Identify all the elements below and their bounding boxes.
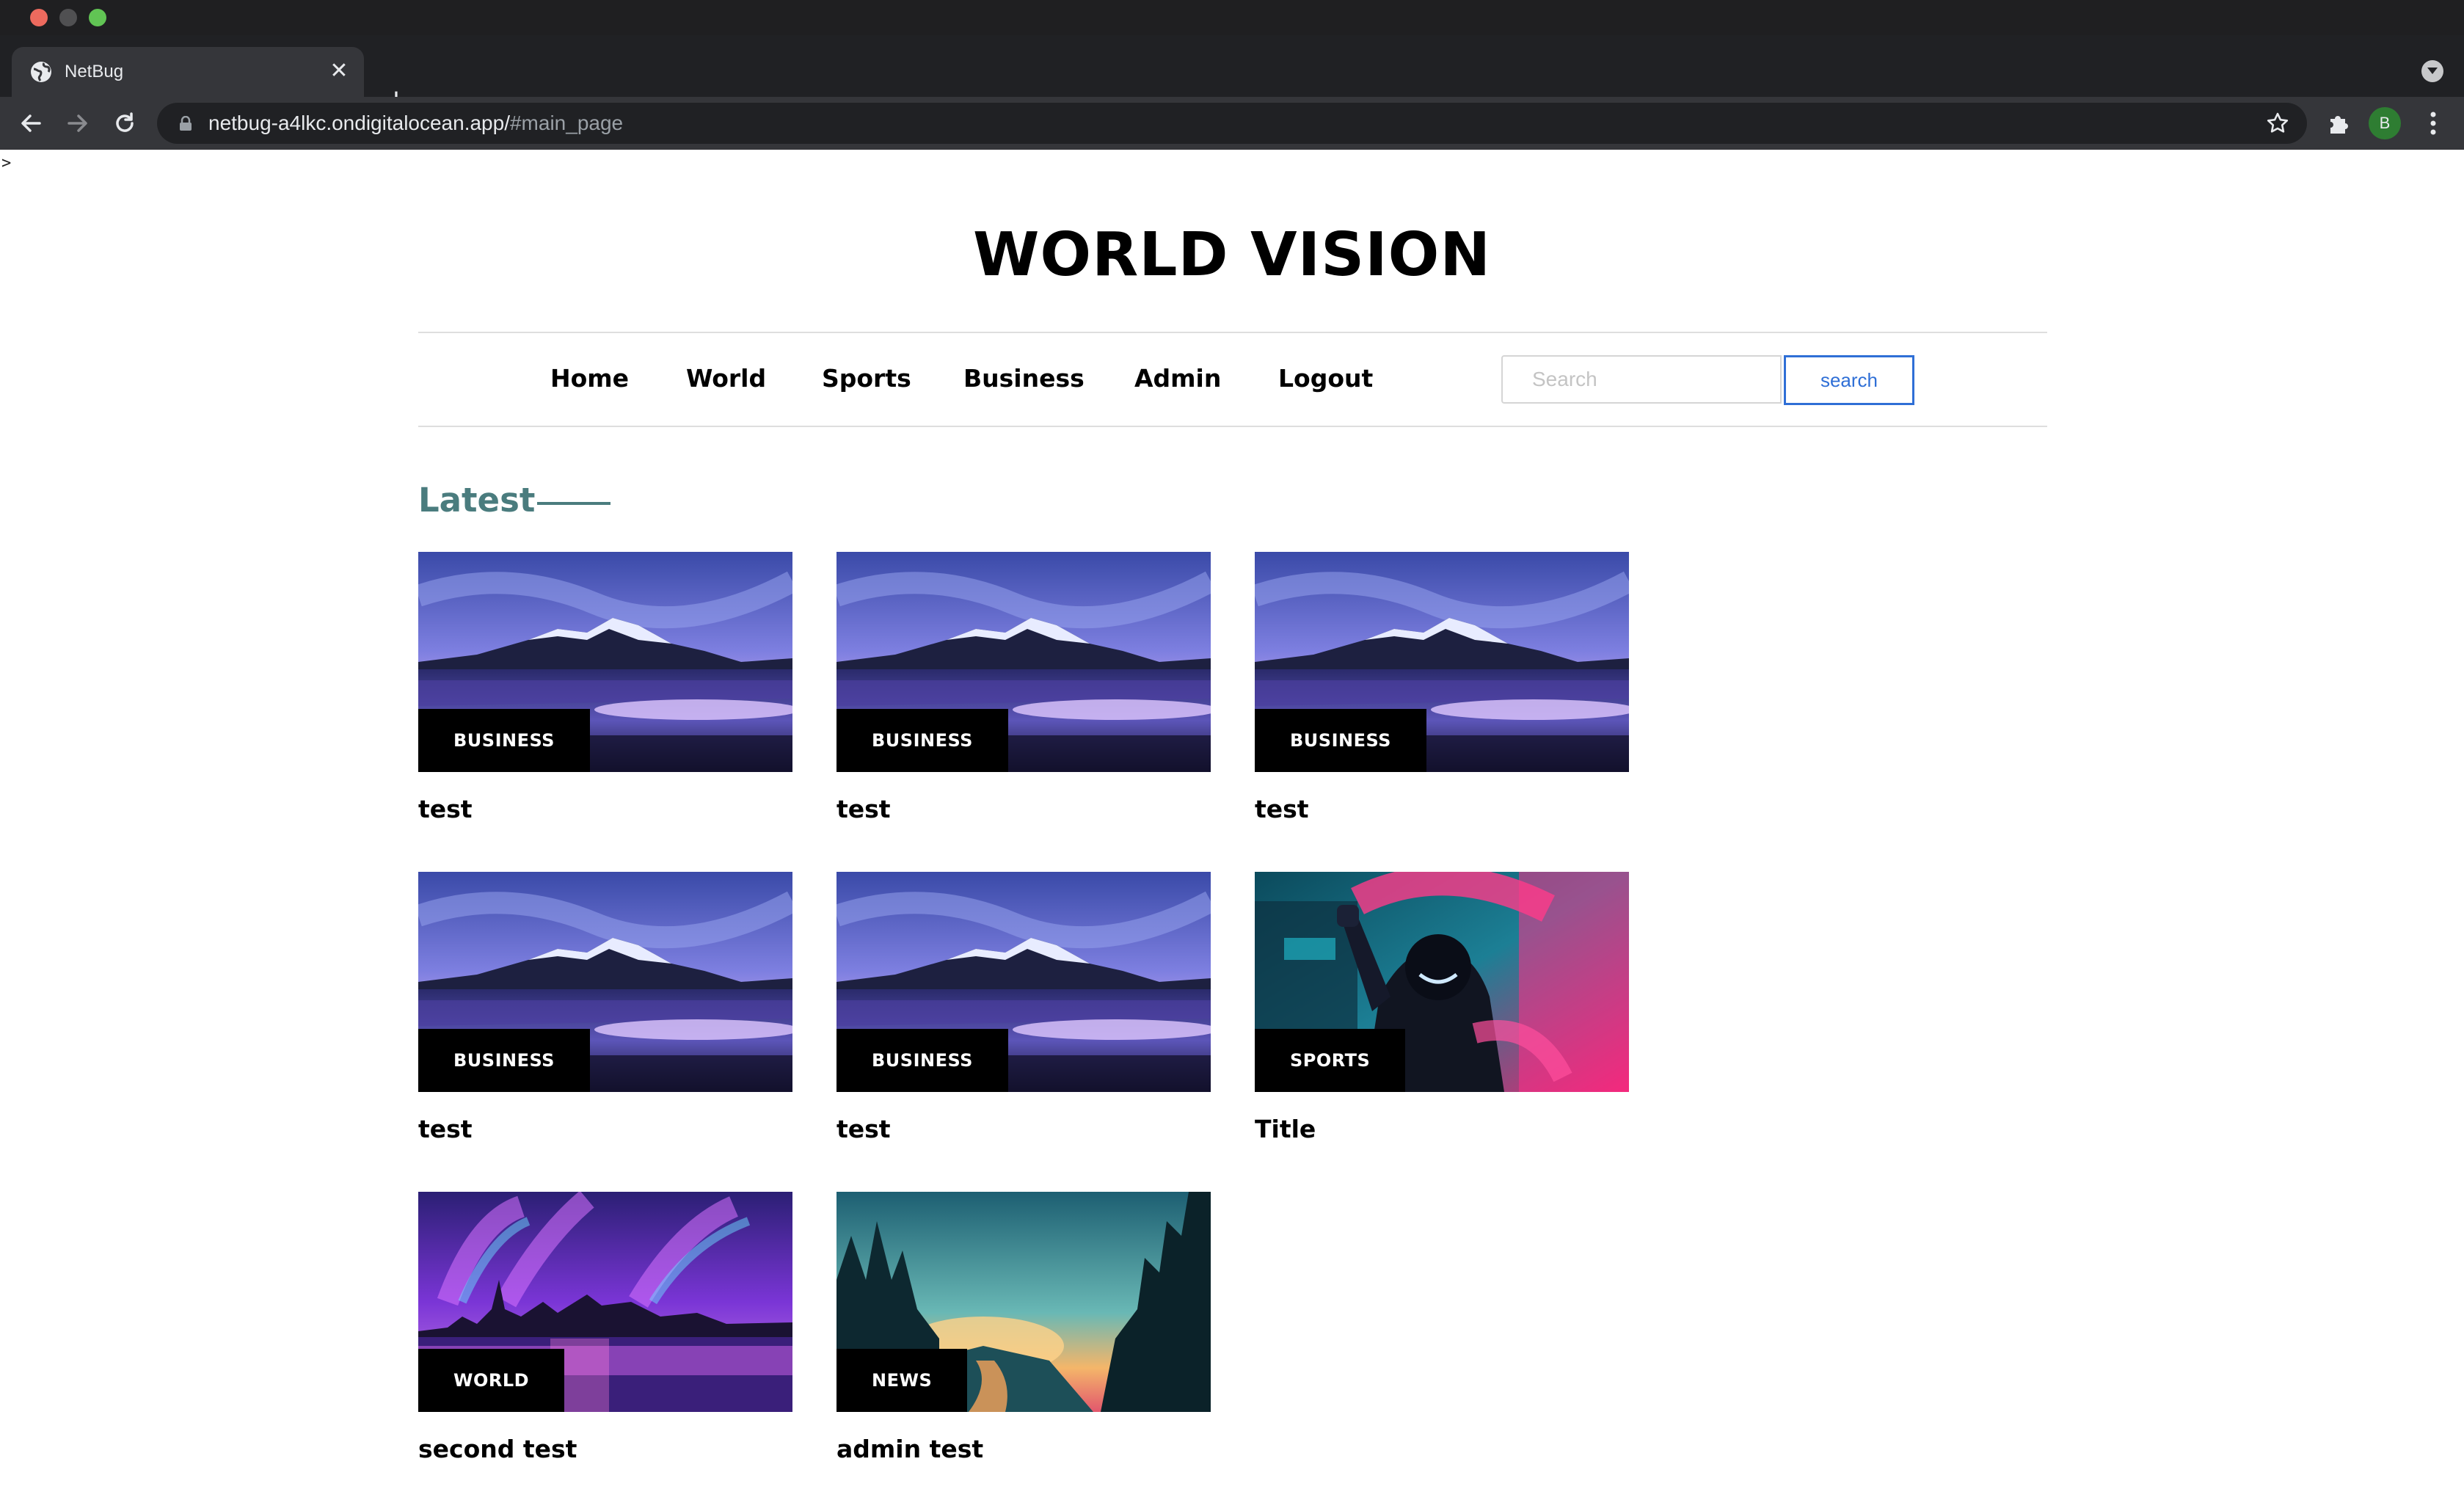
category-badge: BUSINESS xyxy=(418,1029,590,1092)
category-badge: BUSINESS xyxy=(836,709,1008,772)
browser-toolbar: netbug-a4lkc.ondigitalocean.app/#main_pa… xyxy=(0,97,2464,150)
close-tab-icon[interactable]: ✕ xyxy=(327,60,351,84)
article-card[interactable]: WORLD second test xyxy=(418,1192,792,1471)
category-badge: WORLD xyxy=(418,1349,565,1412)
window-minimize-button[interactable] xyxy=(59,9,77,26)
url-host: netbug-a4lkc.ondigitalocean.app/ xyxy=(208,112,510,134)
article-title[interactable]: test xyxy=(836,1111,891,1148)
article-title[interactable]: Title xyxy=(1255,1111,1316,1148)
article-card[interactable]: BUSINESS test xyxy=(836,552,1211,831)
site-title: WORLD VISION xyxy=(972,220,1492,290)
article-card[interactable]: BUSINESS test xyxy=(836,872,1211,1151)
divider-bottom xyxy=(418,426,2047,427)
category-badge: BUSINESS xyxy=(1255,709,1426,772)
divider-top xyxy=(418,332,2047,333)
article-thumbnail[interactable]: BUSINESS xyxy=(418,552,792,772)
article-title[interactable]: test xyxy=(418,1111,473,1148)
back-arrow-icon[interactable] xyxy=(18,110,44,136)
nav-world[interactable]: World xyxy=(686,360,766,398)
nav-business[interactable]: Business xyxy=(963,360,1085,398)
more-menu-icon[interactable] xyxy=(2421,109,2445,138)
section-heading-rule xyxy=(537,502,610,505)
tab-strip: NetBug ✕ + xyxy=(0,35,2464,116)
profile-avatar[interactable]: B xyxy=(2369,107,2401,139)
category-badge: SPORTS xyxy=(1255,1029,1406,1092)
nav-logout[interactable]: Logout xyxy=(1278,360,1373,398)
article-thumbnail[interactable]: BUSINESS xyxy=(418,872,792,1092)
chevron-down-icon xyxy=(2427,68,2438,74)
article-thumbnail[interactable]: BUSINESS xyxy=(1255,552,1629,772)
article-card[interactable]: NEWS admin test xyxy=(836,1192,1211,1471)
search-input[interactable] xyxy=(1501,355,1782,404)
category-badge: BUSINESS xyxy=(418,709,590,772)
section-heading: Latest xyxy=(418,481,536,520)
globe-icon xyxy=(31,62,51,82)
url-text: netbug-a4lkc.ondigitalocean.app/#main_pa… xyxy=(208,112,623,135)
lock-icon xyxy=(180,116,192,131)
article-thumbnail[interactable]: NEWS xyxy=(836,1192,1211,1412)
nav-admin[interactable]: Admin xyxy=(1134,360,1221,398)
article-title[interactable]: second test xyxy=(418,1431,577,1468)
bookmark-star-icon[interactable] xyxy=(2266,112,2289,135)
window-maximize-button[interactable] xyxy=(89,9,106,26)
forward-arrow-icon[interactable] xyxy=(65,110,91,136)
article-card[interactable]: SPORTS Title xyxy=(1255,872,1629,1151)
article-card[interactable]: BUSINESS test xyxy=(418,552,792,831)
category-badge: NEWS xyxy=(836,1349,968,1412)
nav-sports[interactable]: Sports xyxy=(822,360,911,398)
window-titlebar xyxy=(0,0,2464,35)
browser-tab[interactable]: NetBug ✕ xyxy=(12,47,364,97)
article-thumbnail[interactable]: BUSINESS xyxy=(836,872,1211,1092)
article-title[interactable]: admin test xyxy=(836,1431,983,1468)
extensions-puzzle-icon[interactable] xyxy=(2326,110,2352,136)
article-title[interactable]: test xyxy=(1255,791,1309,828)
address-bar[interactable]: netbug-a4lkc.ondigitalocean.app/#main_pa… xyxy=(157,103,2307,144)
nav-home[interactable]: Home xyxy=(550,360,629,398)
category-badge: BUSINESS xyxy=(836,1029,1008,1092)
article-title[interactable]: test xyxy=(836,791,891,828)
url-path: #main_page xyxy=(509,112,624,134)
article-thumbnail[interactable]: SPORTS xyxy=(1255,872,1629,1092)
stray-text: > xyxy=(1,154,12,172)
article-title[interactable]: test xyxy=(418,791,473,828)
article-thumbnail[interactable]: BUSINESS xyxy=(836,552,1211,772)
reload-icon[interactable] xyxy=(112,110,138,136)
tab-title: NetBug xyxy=(65,62,124,81)
window-close-button[interactable] xyxy=(30,9,48,26)
article-thumbnail[interactable]: WORLD xyxy=(418,1192,792,1412)
article-card[interactable]: BUSINESS test xyxy=(1255,552,1629,831)
article-card[interactable]: BUSINESS test xyxy=(418,872,792,1151)
search-button[interactable]: search xyxy=(1784,355,1914,405)
tab-search-button[interactable] xyxy=(2421,60,2443,82)
